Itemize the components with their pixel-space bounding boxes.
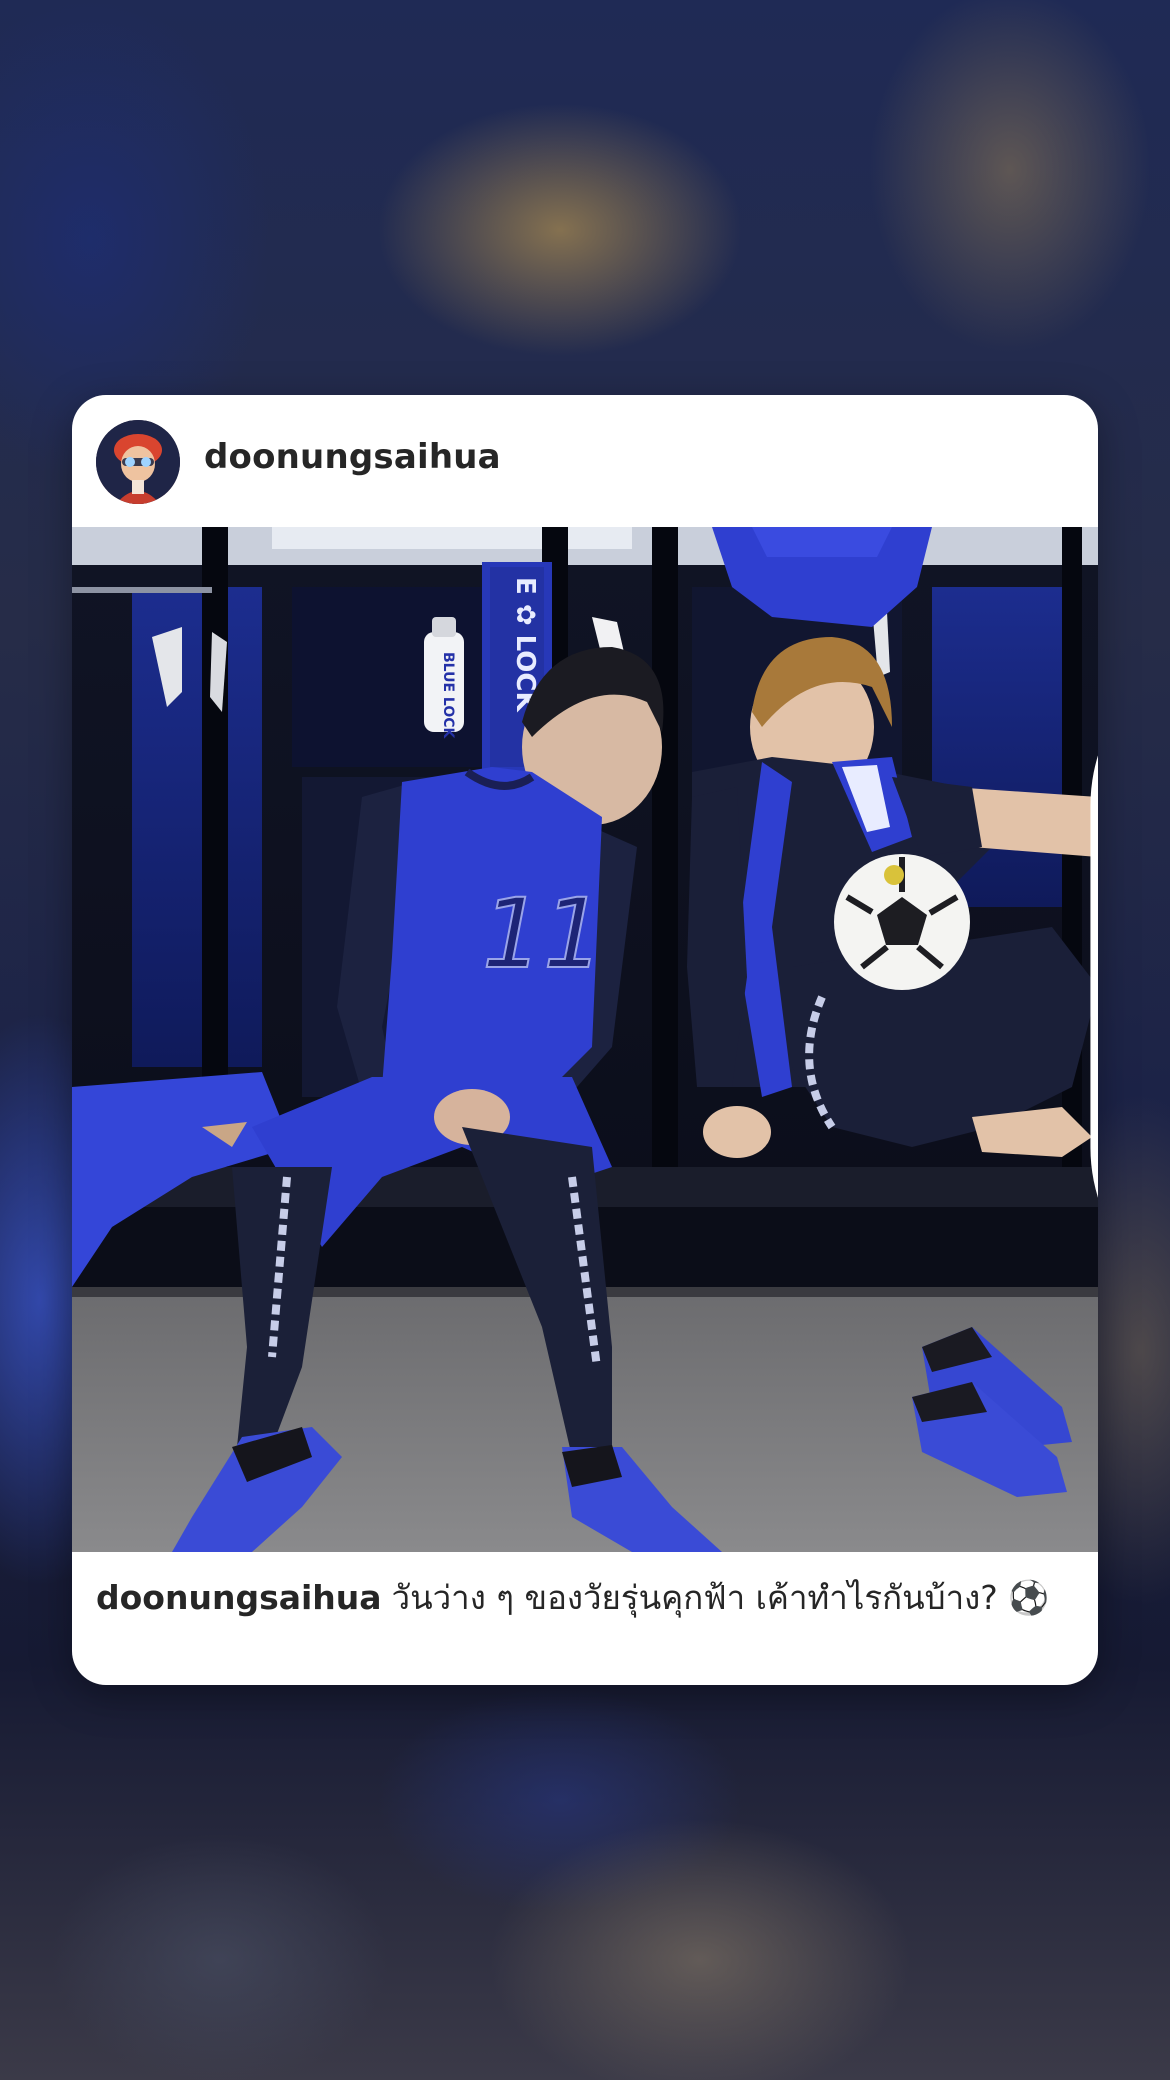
post-card[interactable]: doonungsaihua E ✿ LOCK BLUE LOCK 11 doon… xyxy=(72,395,1098,1685)
jersey-number: 11 xyxy=(482,878,604,990)
avatar[interactable] xyxy=(96,420,180,504)
multiple-photos-icon xyxy=(1014,559,1098,1198)
post-username[interactable]: doonungsaihua xyxy=(204,437,501,477)
photo-illustration: E ✿ LOCK BLUE LOCK 11 xyxy=(72,527,1098,1552)
post-caption: doonungsaihua วันว่าง ๆ ของวัยรุ่นคุกฟ้า … xyxy=(96,1575,1076,1621)
bottle-text: BLUE LOCK xyxy=(440,652,456,739)
caption-username[interactable]: doonungsaihua xyxy=(96,1578,382,1617)
post-header: doonungsaihua xyxy=(72,395,1098,527)
caption-text: วันว่าง ๆ ของวัยรุ่นคุกฟ้า เค้าทำไรกันบ้… xyxy=(391,1578,1050,1617)
post-photo[interactable]: E ✿ LOCK BLUE LOCK 11 xyxy=(72,527,1098,1552)
